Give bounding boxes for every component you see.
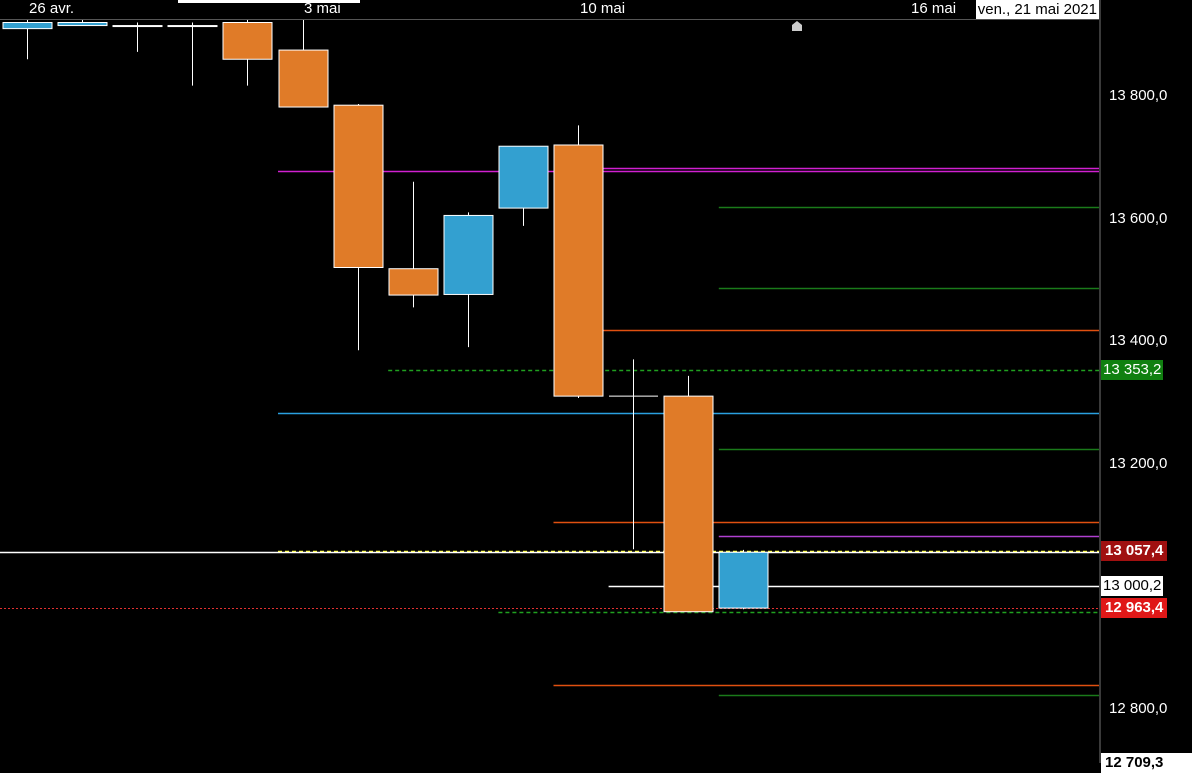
candle-body xyxy=(167,25,218,28)
price-marker: 13 353,2 xyxy=(1101,359,1164,380)
price-tick-label: 13 600,0 xyxy=(1109,209,1168,227)
candle-body xyxy=(498,145,549,209)
date-tick-label: 3 mai xyxy=(304,0,341,17)
current-date-label: ven., 21 mai 2021 xyxy=(975,0,1099,19)
date-axis-separator xyxy=(0,19,1099,20)
candle-body xyxy=(663,395,714,613)
price-tick-label: 13 200,0 xyxy=(1109,454,1168,472)
candle-body xyxy=(222,22,273,60)
price-marker: 12 963,4 xyxy=(1101,598,1168,619)
date-tick-label: 26 avr. xyxy=(29,0,75,17)
price-axis-separator xyxy=(1099,0,1101,763)
date-tick-label: 16 mai xyxy=(911,0,957,17)
price-tick-label: 12 800,0 xyxy=(1109,699,1168,717)
candle-body xyxy=(112,25,163,28)
date-tick-label: 10 mai xyxy=(580,0,626,17)
price-marker: 13 000,2 xyxy=(1101,575,1164,596)
price-tick-label: 13 800,0 xyxy=(1109,87,1168,104)
home-marker-icon xyxy=(792,21,802,31)
price-marker: 12 709,3 xyxy=(1101,753,1192,773)
candlestick-chart[interactable] xyxy=(0,0,1099,763)
candle-body xyxy=(278,49,329,108)
candle-body xyxy=(443,214,494,295)
price-marker: 13 057,4 xyxy=(1101,540,1168,561)
price-tick-label: 13 400,0 xyxy=(1109,332,1168,349)
candle-body xyxy=(57,22,108,27)
candle-body xyxy=(2,22,53,30)
candle-body xyxy=(388,268,439,296)
candle-body xyxy=(553,144,604,397)
candle-body xyxy=(333,104,384,268)
candle-body xyxy=(718,551,769,609)
